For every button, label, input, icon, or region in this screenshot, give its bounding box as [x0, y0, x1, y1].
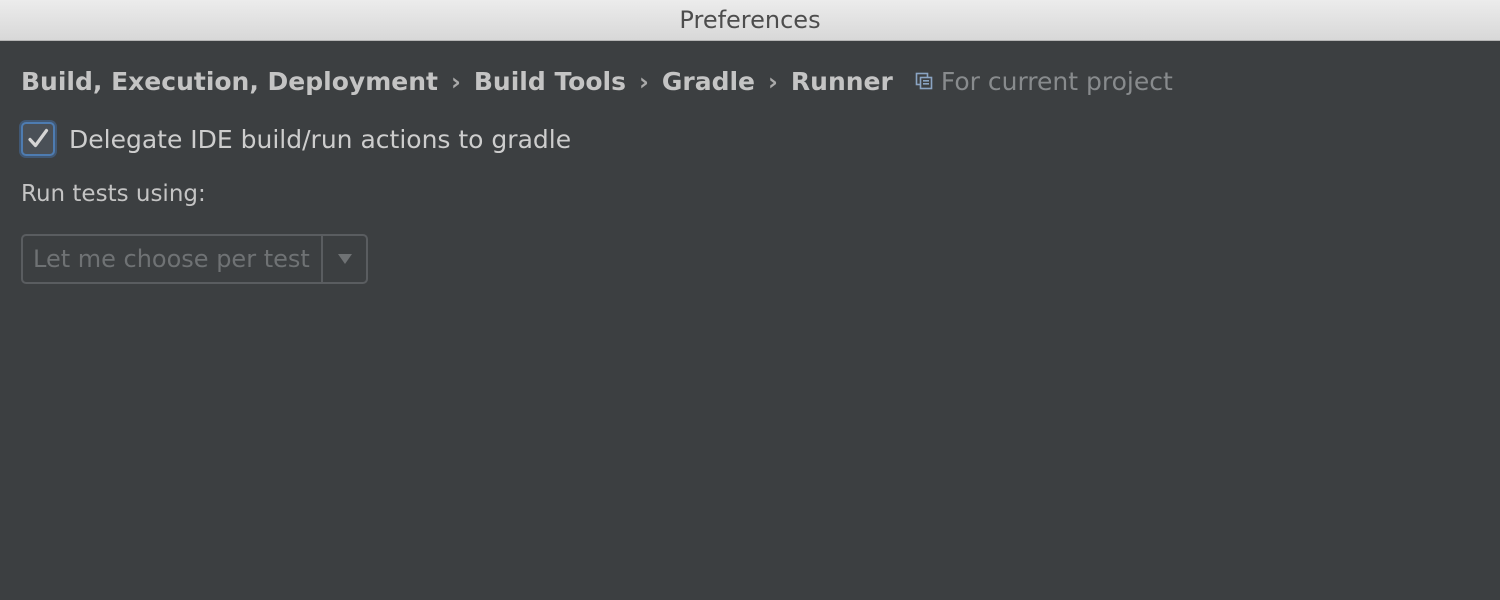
run-tests-label: Run tests using: — [21, 181, 206, 207]
window-titlebar[interactable]: Preferences — [0, 0, 1500, 41]
breadcrumb-item-build-execution-deployment[interactable]: Build, Execution, Deployment — [21, 67, 438, 96]
run-tests-dropdown[interactable]: Let me choose per test — [21, 234, 368, 284]
breadcrumb-separator: › — [450, 68, 461, 96]
settings-panel: Build, Execution, Deployment › Build Too… — [21, 41, 1500, 600]
preferences-window: Preferences Build, Execution, Deployment… — [0, 0, 1500, 600]
delegate-build-label[interactable]: Delegate IDE build/run actions to gradle — [69, 125, 571, 154]
chevron-down-icon — [337, 254, 352, 264]
breadcrumb-item-gradle[interactable]: Gradle — [662, 67, 755, 96]
run-tests-selected-value: Let me choose per test — [33, 245, 310, 273]
project-scope-icon — [915, 72, 933, 90]
breadcrumb-item-build-tools[interactable]: Build Tools — [474, 67, 626, 96]
scope-label: For current project — [940, 66, 1173, 96]
dropdown-arrow-button[interactable] — [321, 236, 366, 282]
breadcrumb-separator: › — [768, 68, 778, 96]
delegate-build-checkbox[interactable] — [21, 122, 55, 156]
breadcrumb: Build, Execution, Deployment › Build Too… — [21, 63, 1173, 99]
delegate-build-option[interactable]: Delegate IDE build/run actions to gradle — [21, 121, 571, 157]
breadcrumb-separator: › — [638, 68, 649, 96]
project-scope-indicator: For current project — [915, 67, 1173, 96]
window-title: Preferences — [679, 6, 821, 34]
breadcrumb-item-runner: Runner — [790, 66, 893, 96]
checkmark-icon — [28, 128, 49, 148]
